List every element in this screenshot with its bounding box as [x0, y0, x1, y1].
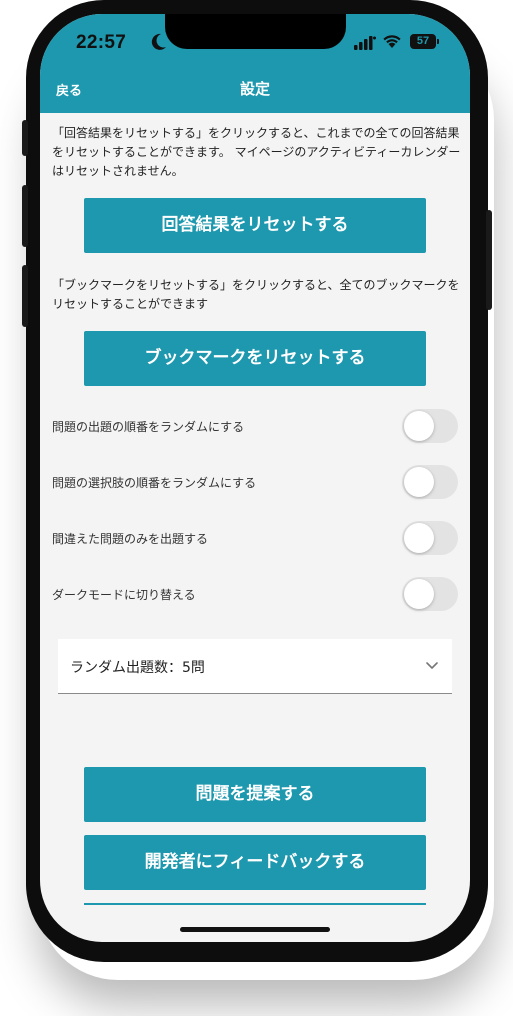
next-button-edge	[84, 903, 426, 905]
suggest-question-button[interactable]: 問題を提案する	[84, 767, 426, 822]
app-screen: 22:57 57 戻る 設定 「回答結果をリセットする」をクリックすると、これま…	[40, 14, 470, 942]
battery-tip	[437, 39, 439, 44]
random-count-value: ランダム出題数：5問	[70, 660, 205, 676]
toggle-knob	[404, 579, 434, 609]
wifi-icon	[383, 35, 401, 48]
setting-label: 問題の出題の順番をランダムにする	[52, 420, 245, 434]
mute-switch	[22, 120, 28, 156]
setting-row-wrong-only: 間違えた問題のみを出題する	[52, 521, 458, 555]
setting-label: 間違えた問題のみを出題する	[52, 532, 209, 546]
random-choices-toggle[interactable]	[402, 465, 458, 499]
random-count-select[interactable]: ランダム出題数：5問	[58, 639, 452, 694]
reset-bookmarks-description: 「ブックマークをリセットする」をクリックすると、全てのブックマークをリセットする…	[52, 278, 460, 311]
wrong-only-toggle[interactable]	[402, 521, 458, 555]
reset-answers-button[interactable]: 回答結果をリセットする	[84, 198, 426, 253]
status-time: 22:57	[76, 32, 127, 53]
setting-row-random-choices: 問題の選択肢の順番をランダムにする	[52, 465, 458, 499]
setting-label: ダークモードに切り替える	[52, 588, 196, 602]
toggle-knob	[404, 467, 434, 497]
random-order-toggle[interactable]	[402, 409, 458, 443]
chevron-down-icon	[426, 662, 438, 669]
setting-row-random-order: 問題の出題の順番をランダムにする	[52, 409, 458, 443]
setting-label: 問題の選択肢の順番をランダムにする	[52, 476, 257, 490]
setting-row-dark-mode: ダークモードに切り替える	[52, 577, 458, 611]
signal-icon	[354, 36, 376, 50]
reset-bookmarks-button[interactable]: ブックマークをリセットする	[84, 331, 426, 386]
battery-icon: 57	[410, 34, 436, 49]
power-button	[486, 210, 492, 310]
app-header: 22:57 57 戻る 設定	[40, 14, 470, 113]
home-indicator	[180, 927, 330, 932]
dark-mode-toggle[interactable]	[402, 577, 458, 611]
volume-down-button	[22, 265, 28, 327]
moon-icon	[151, 33, 166, 50]
volume-up-button	[22, 185, 28, 247]
reset-answers-description: 「回答結果をリセットする」をクリックすると、これまでの全ての回答結果をリセットす…	[52, 126, 461, 178]
toggle-knob	[404, 523, 434, 553]
feedback-button[interactable]: 開発者にフィードバックする	[84, 835, 426, 890]
toggle-knob	[404, 411, 434, 441]
page-title: 設定	[239, 80, 270, 98]
camera-notch	[165, 14, 346, 49]
